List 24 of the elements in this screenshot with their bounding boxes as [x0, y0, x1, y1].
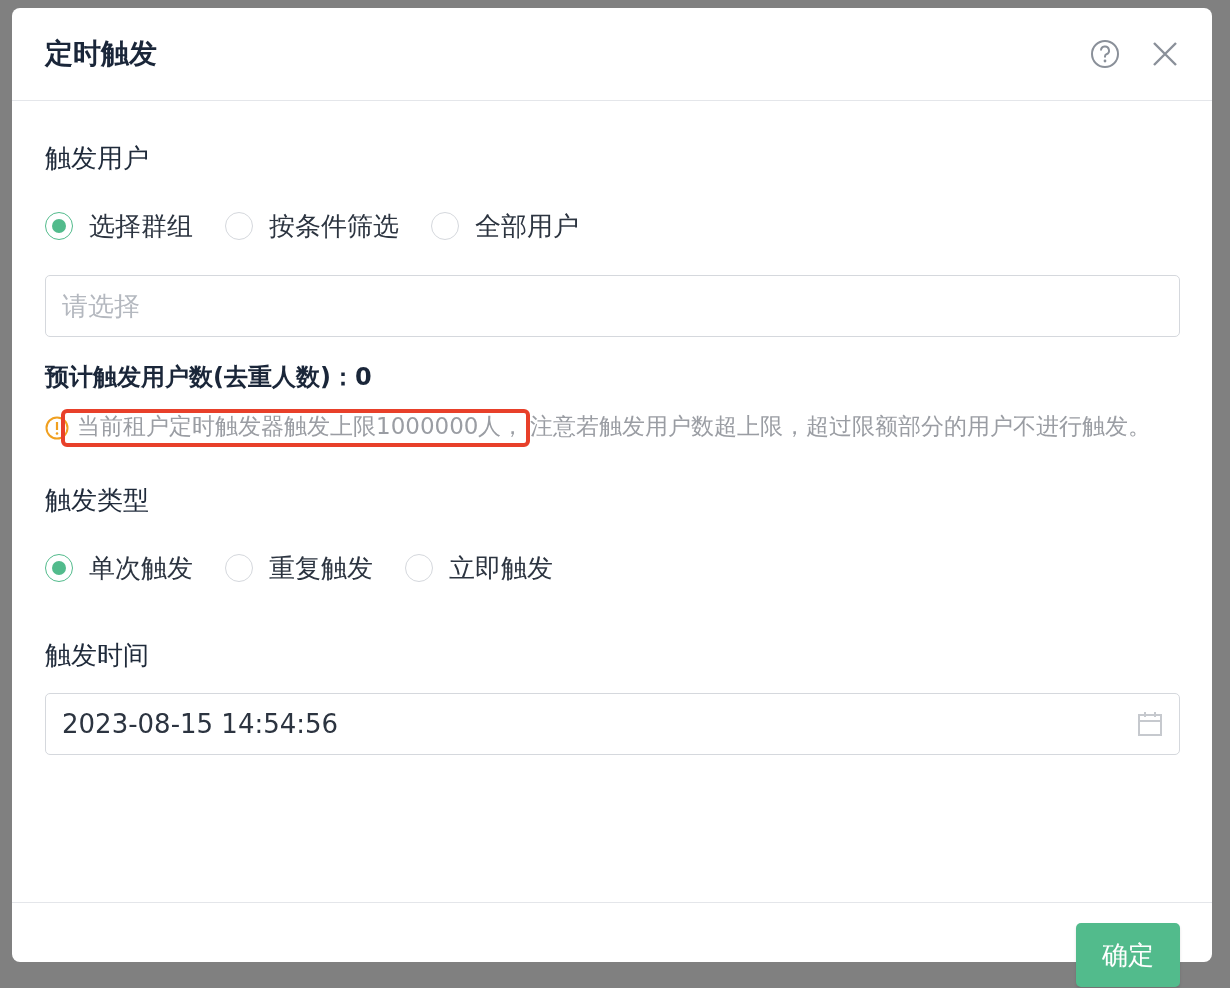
radio-button[interactable]	[431, 212, 459, 240]
close-icon[interactable]	[1152, 41, 1178, 67]
section-label: 触发用户	[45, 142, 150, 175]
radio-label[interactable]: 全部用户	[475, 208, 579, 244]
radio-label[interactable]: 按条件筛选	[269, 208, 399, 244]
highlighted-text: 当前租户定时触发器触发上限1000000人，	[61, 409, 531, 447]
calendar-icon	[1137, 711, 1163, 737]
estimated-users-text: 预计触发用户数(去重人数)：0	[45, 362, 373, 393]
radio-button[interactable]	[405, 554, 433, 582]
section-label: 触发时间	[45, 639, 150, 672]
datetime-field[interactable]: 2023-08-15 14:54:56	[45, 693, 1180, 755]
section-label: 触发类型	[45, 484, 150, 517]
dialog-title: 定时触发	[45, 36, 158, 72]
radio-button[interactable]	[45, 554, 73, 582]
warning-icon	[45, 416, 69, 440]
radio-label[interactable]: 选择群组	[89, 208, 193, 244]
radio-button[interactable]	[225, 212, 253, 240]
radio-label[interactable]: 立即触发	[449, 550, 553, 586]
radio-label[interactable]: 单次触发	[89, 550, 193, 586]
help-icon[interactable]	[1090, 39, 1120, 69]
radio-label[interactable]: 重复触发	[269, 550, 373, 586]
warning-text: 注意若触发用户数超上限，超过限额部分的用户不进行触发。	[530, 413, 1152, 439]
radio-button[interactable]	[45, 212, 73, 240]
radio-button[interactable]	[225, 554, 253, 582]
